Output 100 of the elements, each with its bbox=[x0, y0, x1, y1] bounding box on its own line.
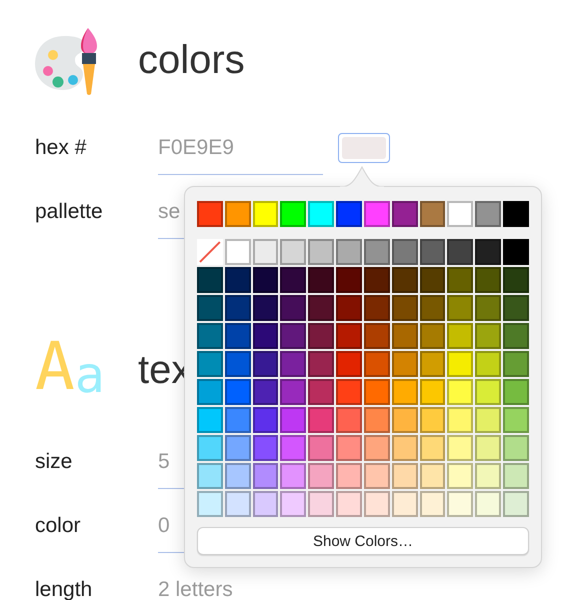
color-swatch[interactable] bbox=[197, 379, 223, 405]
color-swatch[interactable] bbox=[308, 267, 334, 293]
color-swatch[interactable] bbox=[447, 295, 474, 321]
color-swatch[interactable] bbox=[364, 267, 390, 293]
color-swatch[interactable] bbox=[252, 239, 278, 265]
color-swatch[interactable] bbox=[420, 295, 446, 321]
color-swatch[interactable] bbox=[420, 351, 446, 377]
color-swatch[interactable] bbox=[475, 295, 502, 321]
color-swatch[interactable] bbox=[224, 201, 251, 227]
color-swatch[interactable] bbox=[447, 323, 474, 349]
color-swatch[interactable] bbox=[447, 463, 474, 489]
color-swatch[interactable] bbox=[420, 491, 446, 517]
color-swatch[interactable] bbox=[503, 407, 529, 433]
color-swatch[interactable] bbox=[364, 379, 390, 405]
color-swatch[interactable] bbox=[280, 407, 306, 433]
color-swatch[interactable] bbox=[224, 491, 251, 517]
color-swatch[interactable] bbox=[420, 267, 446, 293]
color-swatch[interactable] bbox=[503, 323, 529, 349]
color-swatch[interactable] bbox=[420, 407, 446, 433]
color-swatch[interactable] bbox=[503, 295, 529, 321]
color-swatch[interactable] bbox=[224, 267, 251, 293]
color-swatch[interactable] bbox=[336, 463, 362, 489]
color-swatch[interactable] bbox=[503, 267, 529, 293]
color-swatch[interactable] bbox=[447, 267, 474, 293]
color-swatch[interactable] bbox=[197, 407, 223, 433]
color-swatch[interactable] bbox=[280, 323, 306, 349]
color-swatch[interactable] bbox=[308, 351, 334, 377]
color-swatch[interactable] bbox=[447, 201, 474, 227]
color-swatch[interactable] bbox=[503, 239, 529, 265]
color-swatch[interactable] bbox=[420, 379, 446, 405]
color-swatch[interactable] bbox=[197, 323, 223, 349]
color-swatch[interactable] bbox=[308, 239, 334, 265]
color-swatch[interactable] bbox=[475, 407, 502, 433]
color-swatch[interactable] bbox=[336, 351, 362, 377]
color-swatch[interactable] bbox=[392, 463, 418, 489]
color-swatch[interactable] bbox=[503, 379, 529, 405]
color-swatch[interactable] bbox=[308, 463, 334, 489]
color-swatch[interactable] bbox=[475, 351, 502, 377]
color-swatch[interactable] bbox=[197, 463, 223, 489]
color-swatch[interactable] bbox=[447, 491, 474, 517]
color-swatch[interactable] bbox=[224, 407, 251, 433]
color-swatch[interactable] bbox=[420, 463, 446, 489]
color-swatch[interactable] bbox=[447, 239, 474, 265]
color-swatch[interactable] bbox=[336, 435, 362, 461]
color-swatch[interactable] bbox=[503, 463, 529, 489]
color-swatch[interactable] bbox=[503, 491, 529, 517]
color-swatch[interactable] bbox=[475, 323, 502, 349]
color-swatch[interactable] bbox=[475, 463, 502, 489]
color-swatch[interactable] bbox=[336, 201, 362, 227]
color-swatch[interactable] bbox=[447, 379, 474, 405]
color-swatch[interactable] bbox=[252, 201, 278, 227]
color-swatch[interactable] bbox=[224, 435, 251, 461]
color-swatch[interactable] bbox=[420, 323, 446, 349]
color-swatch[interactable] bbox=[392, 267, 418, 293]
color-swatch[interactable] bbox=[308, 295, 334, 321]
color-swatch[interactable] bbox=[475, 491, 502, 517]
color-swatch[interactable] bbox=[447, 407, 474, 433]
color-swatch[interactable] bbox=[252, 435, 278, 461]
color-swatch[interactable] bbox=[308, 323, 334, 349]
color-swatch[interactable] bbox=[252, 295, 278, 321]
color-swatch[interactable] bbox=[252, 379, 278, 405]
color-swatch[interactable] bbox=[447, 435, 474, 461]
color-swatch[interactable] bbox=[392, 491, 418, 517]
color-swatch[interactable] bbox=[336, 323, 362, 349]
input-field[interactable]: F0E9E9 bbox=[158, 121, 323, 175]
color-swatch[interactable] bbox=[447, 351, 474, 377]
no-color-swatch[interactable] bbox=[197, 239, 223, 265]
color-swatch[interactable] bbox=[224, 295, 251, 321]
color-swatch[interactable] bbox=[197, 435, 223, 461]
color-swatch[interactable] bbox=[252, 491, 278, 517]
color-swatch[interactable] bbox=[475, 379, 502, 405]
color-swatch[interactable] bbox=[364, 295, 390, 321]
color-swatch[interactable] bbox=[280, 379, 306, 405]
color-swatch[interactable] bbox=[392, 201, 418, 227]
color-swatch[interactable] bbox=[197, 201, 223, 227]
color-swatch[interactable] bbox=[224, 323, 251, 349]
color-swatch[interactable] bbox=[197, 295, 223, 321]
color-swatch[interactable] bbox=[224, 239, 251, 265]
color-swatch[interactable] bbox=[308, 407, 334, 433]
color-swatch[interactable] bbox=[503, 201, 529, 227]
color-swatch[interactable] bbox=[420, 435, 446, 461]
color-swatch[interactable] bbox=[503, 351, 529, 377]
color-swatch[interactable] bbox=[364, 407, 390, 433]
color-swatch[interactable] bbox=[392, 295, 418, 321]
color-swatch[interactable] bbox=[252, 323, 278, 349]
color-swatch[interactable] bbox=[336, 491, 362, 517]
color-swatch[interactable] bbox=[475, 435, 502, 461]
color-swatch[interactable] bbox=[197, 491, 223, 517]
color-swatch[interactable] bbox=[197, 267, 223, 293]
color-swatch[interactable] bbox=[252, 463, 278, 489]
color-swatch[interactable] bbox=[364, 435, 390, 461]
color-swatch[interactable] bbox=[280, 435, 306, 461]
color-swatch[interactable] bbox=[336, 239, 362, 265]
color-swatch[interactable] bbox=[308, 379, 334, 405]
color-swatch[interactable] bbox=[252, 267, 278, 293]
color-swatch[interactable] bbox=[364, 201, 390, 227]
color-swatch[interactable] bbox=[252, 407, 278, 433]
color-swatch[interactable] bbox=[308, 435, 334, 461]
color-swatch[interactable] bbox=[475, 201, 502, 227]
color-swatch[interactable] bbox=[280, 463, 306, 489]
